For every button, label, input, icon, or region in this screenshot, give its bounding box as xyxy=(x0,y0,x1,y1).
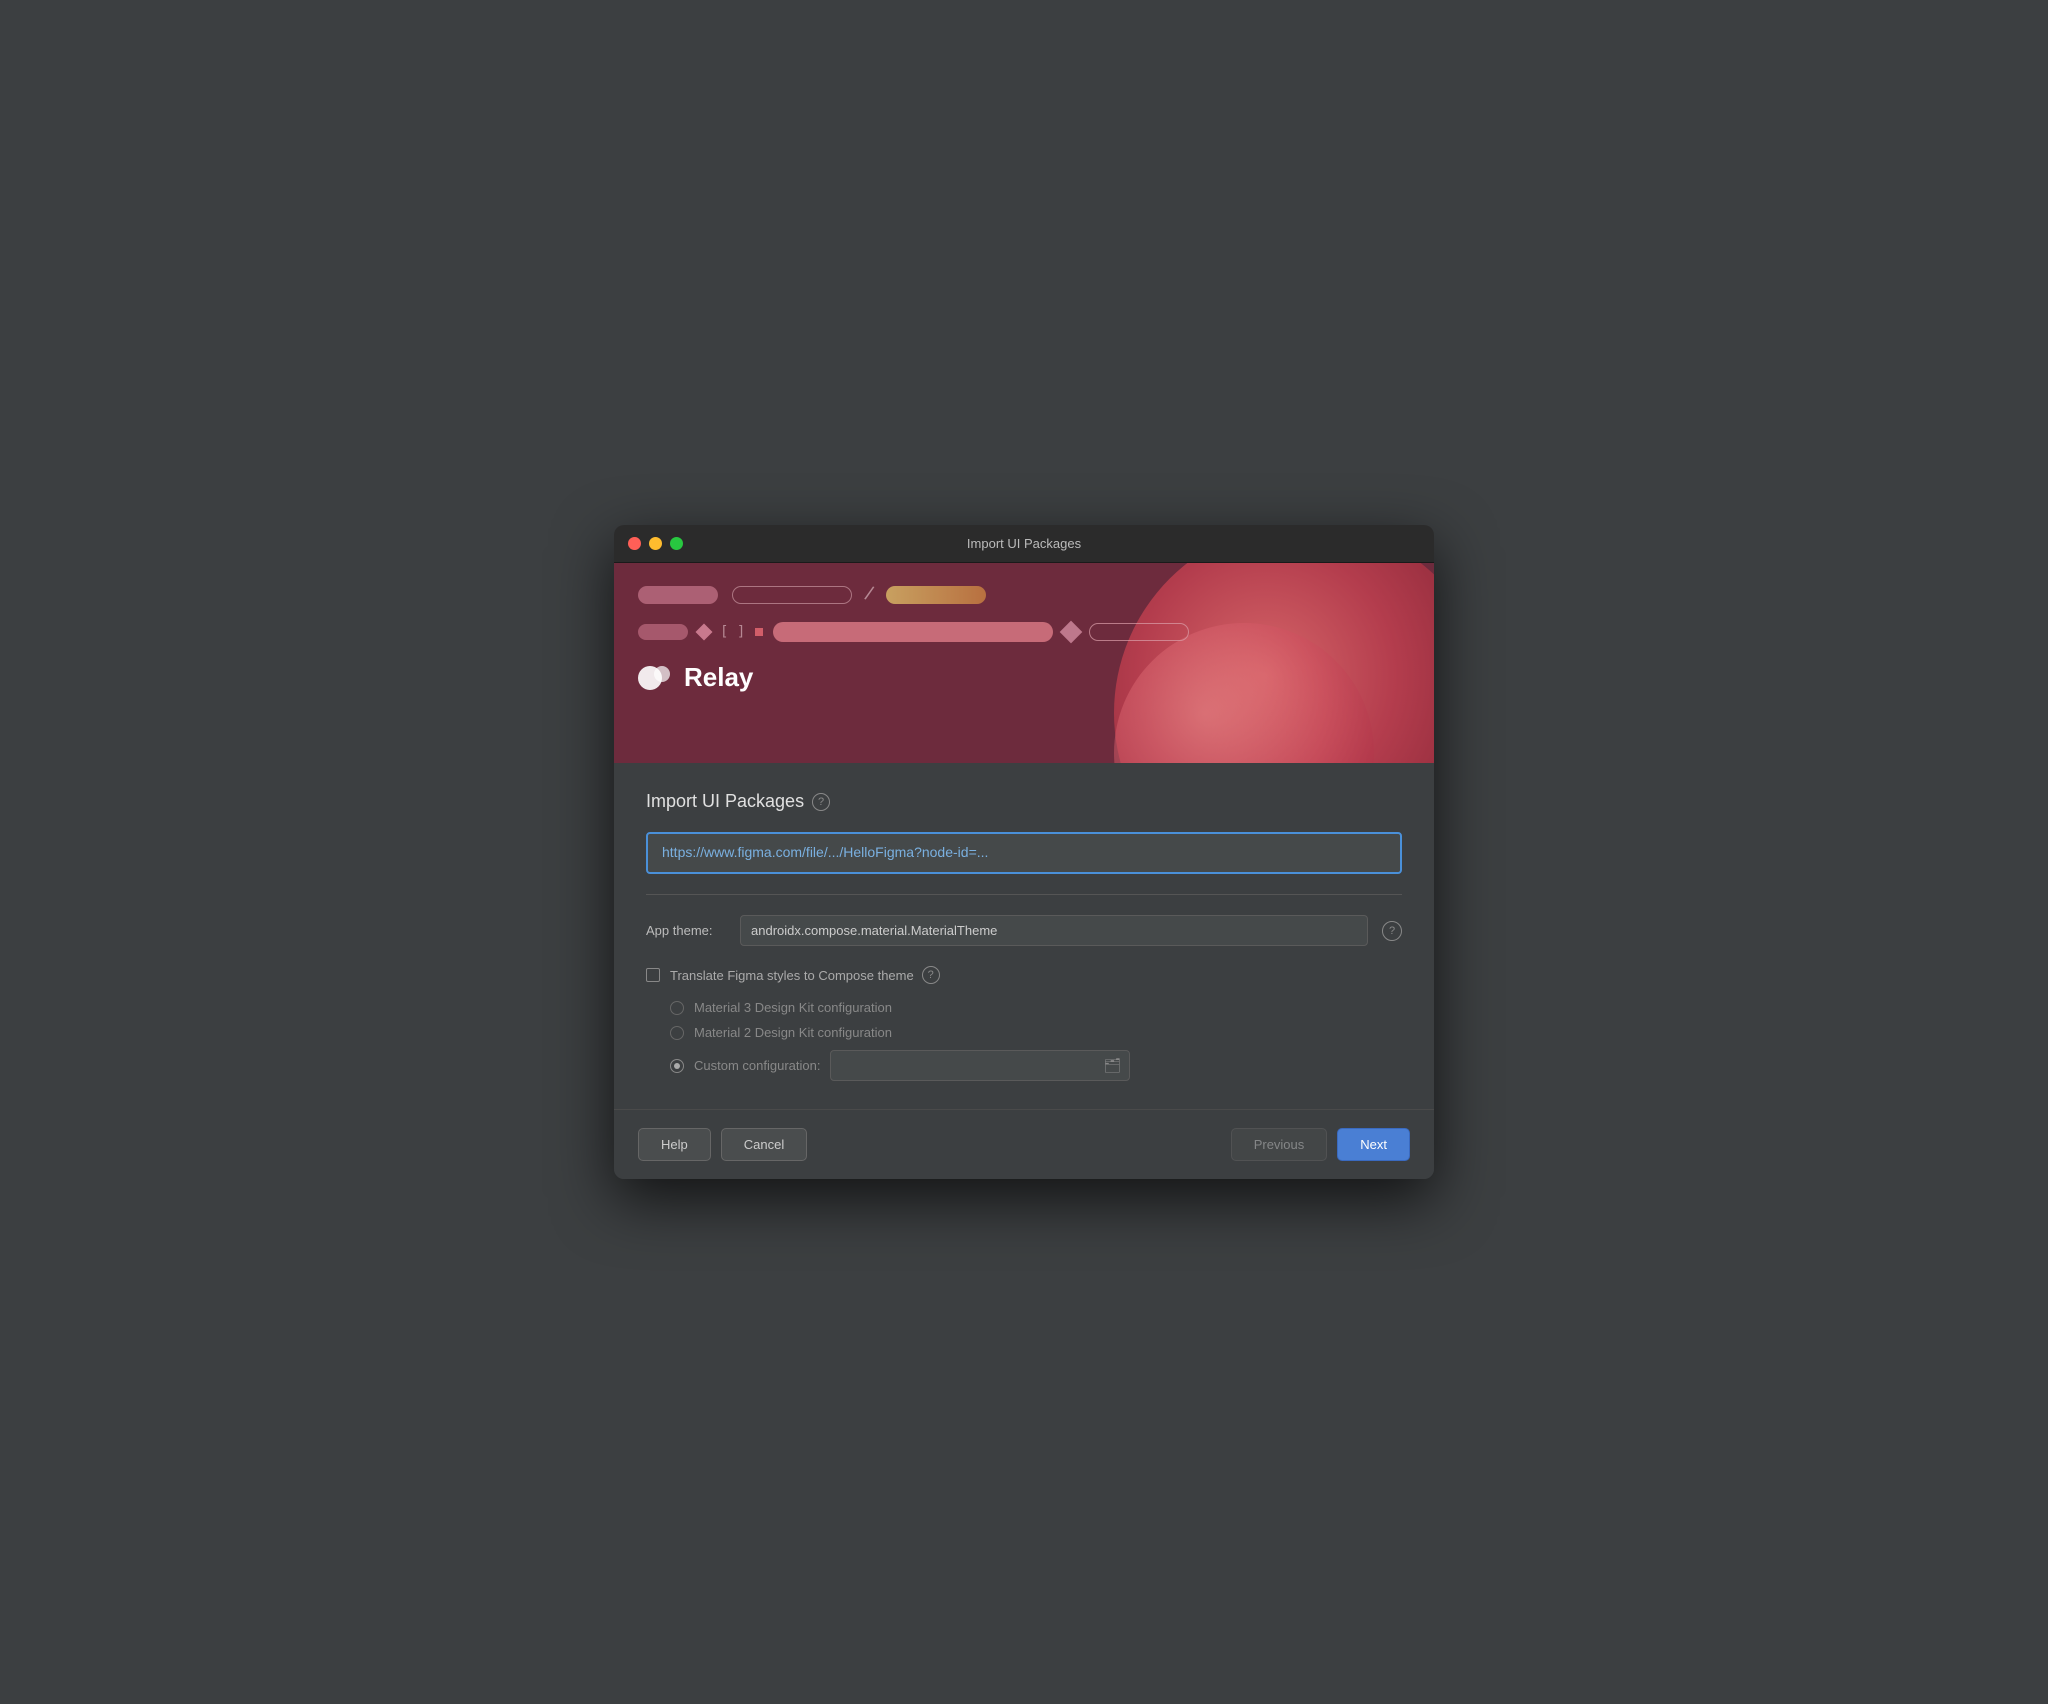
banner-row-2: [ ] xyxy=(638,622,1410,642)
app-theme-row: App theme: ? xyxy=(646,915,1402,946)
translate-checkbox[interactable] xyxy=(646,968,660,982)
url-input-container[interactable] xyxy=(646,832,1402,874)
banner: / [ ] Relay xyxy=(614,563,1434,763)
figma-url-input[interactable] xyxy=(662,844,1386,860)
deco-pill-gradient xyxy=(886,586,986,604)
deco-brackets-icon: [ ] xyxy=(720,624,745,640)
next-button[interactable]: Next xyxy=(1337,1128,1410,1161)
radio-material3-label: Material 3 Design Kit configuration xyxy=(694,1000,892,1015)
deco-long-pill xyxy=(773,622,1053,642)
app-theme-help-icon[interactable]: ? xyxy=(1382,921,1402,941)
custom-config-input-wrap: 🗂 xyxy=(830,1050,1130,1081)
deco-outline-pill xyxy=(1089,623,1189,641)
window-title: Import UI Packages xyxy=(967,536,1081,551)
minimize-button[interactable] xyxy=(649,537,662,550)
radio-row-material2[interactable]: Material 2 Design Kit configuration xyxy=(670,1025,1402,1040)
radio-row-material3[interactable]: Material 3 Design Kit configuration xyxy=(670,1000,1402,1015)
deco-pill-1 xyxy=(638,586,718,604)
relay-logo: Relay xyxy=(638,662,1410,693)
radio-row-custom[interactable]: Custom configuration: 🗂 xyxy=(670,1050,1402,1081)
maximize-button[interactable] xyxy=(670,537,683,550)
folder-browse-icon[interactable]: 🗂 xyxy=(1104,1057,1122,1074)
radio-options-group: Material 3 Design Kit configuration Mate… xyxy=(646,1000,1402,1081)
banner-decorations: / [ ] Relay xyxy=(638,583,1410,693)
section-title-text: Import UI Packages xyxy=(646,791,804,812)
radio-material2-label: Material 2 Design Kit configuration xyxy=(694,1025,892,1040)
help-button[interactable]: Help xyxy=(638,1128,711,1161)
deco-diamond-small xyxy=(696,624,713,641)
previous-button[interactable]: Previous xyxy=(1231,1128,1328,1161)
radio-custom[interactable] xyxy=(670,1059,684,1073)
relay-label: Relay xyxy=(684,662,753,693)
relay-logo-icon xyxy=(638,664,674,692)
radio-custom-label: Custom configuration: xyxy=(694,1058,820,1073)
footer-left-actions: Help Cancel xyxy=(638,1128,807,1161)
section-help-icon[interactable]: ? xyxy=(812,793,830,811)
import-ui-packages-window: Import UI Packages / [ ] xyxy=(614,525,1434,1179)
footer-right-actions: Previous Next xyxy=(1231,1128,1410,1161)
translate-label: Translate Figma styles to Compose theme … xyxy=(670,966,940,984)
title-bar: Import UI Packages xyxy=(614,525,1434,563)
translate-help-icon[interactable]: ? xyxy=(922,966,940,984)
translate-row[interactable]: Translate Figma styles to Compose theme … xyxy=(646,966,1402,984)
app-theme-label: App theme: xyxy=(646,923,726,938)
custom-config-input[interactable] xyxy=(839,1058,1099,1073)
deco-diamond-large xyxy=(1060,621,1083,644)
app-theme-input[interactable] xyxy=(740,915,1368,946)
close-button[interactable] xyxy=(628,537,641,550)
deco-slash-icon: / xyxy=(862,583,875,607)
window-controls xyxy=(628,537,683,550)
divider xyxy=(646,894,1402,895)
deco-square xyxy=(755,628,763,636)
footer: Help Cancel Previous Next xyxy=(614,1109,1434,1179)
main-content: Import UI Packages ? App theme: ? Transl… xyxy=(614,763,1434,1109)
deco-small-pill xyxy=(638,624,688,640)
radio-material2[interactable] xyxy=(670,1026,684,1040)
section-title-row: Import UI Packages ? xyxy=(646,791,1402,812)
radio-material3[interactable] xyxy=(670,1001,684,1015)
deco-pill-outline xyxy=(732,586,852,604)
banner-row-1: / xyxy=(638,583,1410,606)
cancel-button[interactable]: Cancel xyxy=(721,1128,807,1161)
